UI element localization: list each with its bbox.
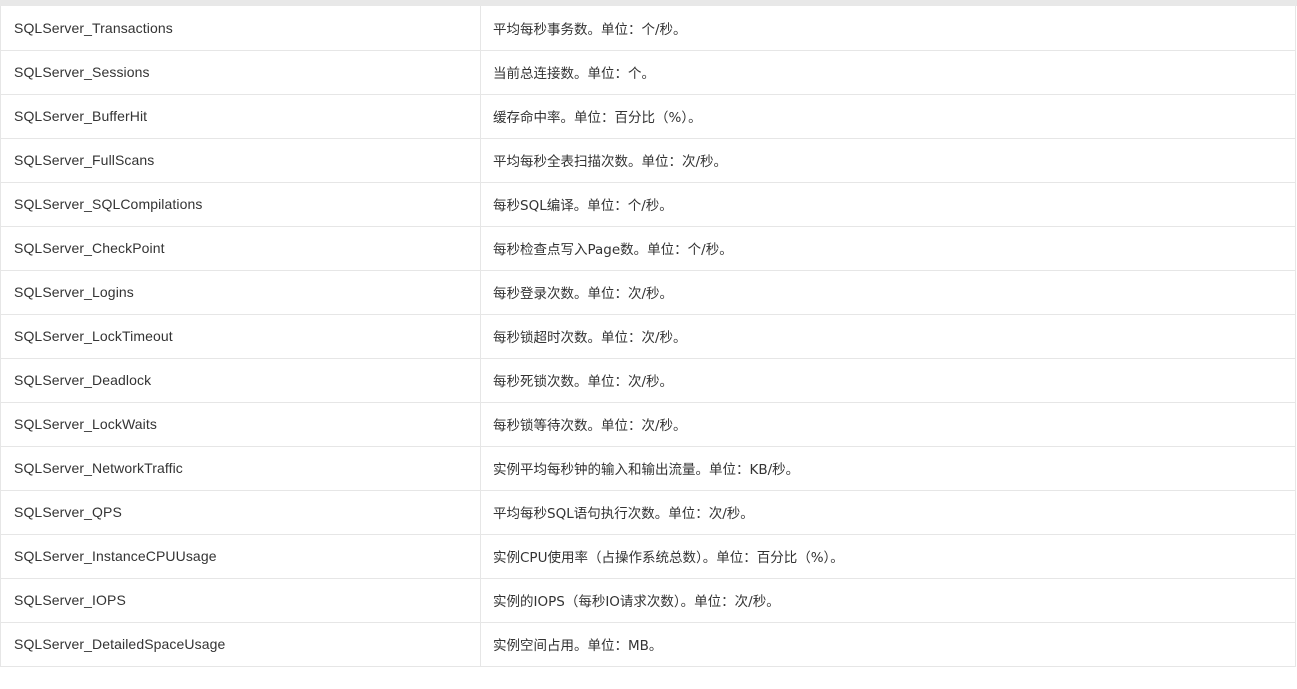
metric-description-cell: 实例平均每秒钟的输入和输出流量。单位：KB/秒。 <box>480 446 1296 491</box>
metric-name-cell: SQLServer_IOPS <box>0 578 481 623</box>
table-row: SQLServer_QPS 平均每秒SQL语句执行次数。单位：次/秒。 <box>0 490 1296 535</box>
table-row: SQLServer_InstanceCPUUsage 实例CPU使用率（占操作系… <box>0 534 1296 579</box>
metric-name-cell: SQLServer_Deadlock <box>0 358 481 403</box>
table-row: SQLServer_Transactions 平均每秒事务数。单位：个/秒。 <box>0 6 1296 51</box>
metric-description-cell: 每秒检查点写入Page数。单位：个/秒。 <box>480 226 1296 271</box>
table-row: SQLServer_Deadlock 每秒死锁次数。单位：次/秒。 <box>0 358 1296 403</box>
metric-description-cell: 平均每秒全表扫描次数。单位：次/秒。 <box>480 138 1296 183</box>
metric-name-cell: SQLServer_LockTimeout <box>0 314 481 359</box>
metric-name-cell: SQLServer_BufferHit <box>0 94 481 139</box>
metric-name-cell: SQLServer_QPS <box>0 490 481 535</box>
metric-name-cell: SQLServer_Transactions <box>0 6 481 51</box>
table-row: SQLServer_NetworkTraffic 实例平均每秒钟的输入和输出流量… <box>0 446 1296 491</box>
metric-name-cell: SQLServer_Sessions <box>0 50 481 95</box>
metric-name-cell: SQLServer_Logins <box>0 270 481 315</box>
table-row: SQLServer_SQLCompilations 每秒SQL编译。单位：个/秒… <box>0 182 1296 227</box>
table-row: SQLServer_FullScans 平均每秒全表扫描次数。单位：次/秒。 <box>0 138 1296 183</box>
table-row: SQLServer_Sessions 当前总连接数。单位：个。 <box>0 50 1296 95</box>
metric-name-cell: SQLServer_LockWaits <box>0 402 481 447</box>
table-row: SQLServer_BufferHit 缓存命中率。单位：百分比（%）。 <box>0 94 1296 139</box>
table-row: SQLServer_Logins 每秒登录次数。单位：次/秒。 <box>0 270 1296 315</box>
metrics-table: SQLServer_Transactions 平均每秒事务数。单位：个/秒。 S… <box>0 6 1296 667</box>
metric-description-cell: 每秒锁等待次数。单位：次/秒。 <box>480 402 1296 447</box>
table-row: SQLServer_DetailedSpaceUsage 实例空间占用。单位：M… <box>0 622 1296 667</box>
metric-description-cell: 当前总连接数。单位：个。 <box>480 50 1296 95</box>
metric-description-cell: 每秒登录次数。单位：次/秒。 <box>480 270 1296 315</box>
table-row: SQLServer_IOPS 实例的IOPS（每秒IO请求次数）。单位：次/秒。 <box>0 578 1296 623</box>
metric-description-cell: 平均每秒事务数。单位：个/秒。 <box>480 6 1296 51</box>
metric-name-cell: SQLServer_FullScans <box>0 138 481 183</box>
metric-description-cell: 平均每秒SQL语句执行次数。单位：次/秒。 <box>480 490 1296 535</box>
table-row: SQLServer_CheckPoint 每秒检查点写入Page数。单位：个/秒… <box>0 226 1296 271</box>
metric-name-cell: SQLServer_SQLCompilations <box>0 182 481 227</box>
metric-description-cell: 每秒锁超时次数。单位：次/秒。 <box>480 314 1296 359</box>
metric-description-cell: 缓存命中率。单位：百分比（%）。 <box>480 94 1296 139</box>
metric-description-cell: 实例空间占用。单位：MB。 <box>480 622 1296 667</box>
metric-name-cell: SQLServer_DetailedSpaceUsage <box>0 622 481 667</box>
metric-description-cell: 每秒SQL编译。单位：个/秒。 <box>480 182 1296 227</box>
metric-name-cell: SQLServer_CheckPoint <box>0 226 481 271</box>
page: SQLServer_Transactions 平均每秒事务数。单位：个/秒。 S… <box>0 0 1297 689</box>
table-row: SQLServer_LockTimeout 每秒锁超时次数。单位：次/秒。 <box>0 314 1296 359</box>
metric-name-cell: SQLServer_InstanceCPUUsage <box>0 534 481 579</box>
metrics-table-body: SQLServer_Transactions 平均每秒事务数。单位：个/秒。 S… <box>0 6 1296 667</box>
metric-name-cell: SQLServer_NetworkTraffic <box>0 446 481 491</box>
metric-description-cell: 实例的IOPS（每秒IO请求次数）。单位：次/秒。 <box>480 578 1296 623</box>
metric-description-cell: 实例CPU使用率（占操作系统总数）。单位：百分比（%）。 <box>480 534 1296 579</box>
table-row: SQLServer_LockWaits 每秒锁等待次数。单位：次/秒。 <box>0 402 1296 447</box>
metric-description-cell: 每秒死锁次数。单位：次/秒。 <box>480 358 1296 403</box>
